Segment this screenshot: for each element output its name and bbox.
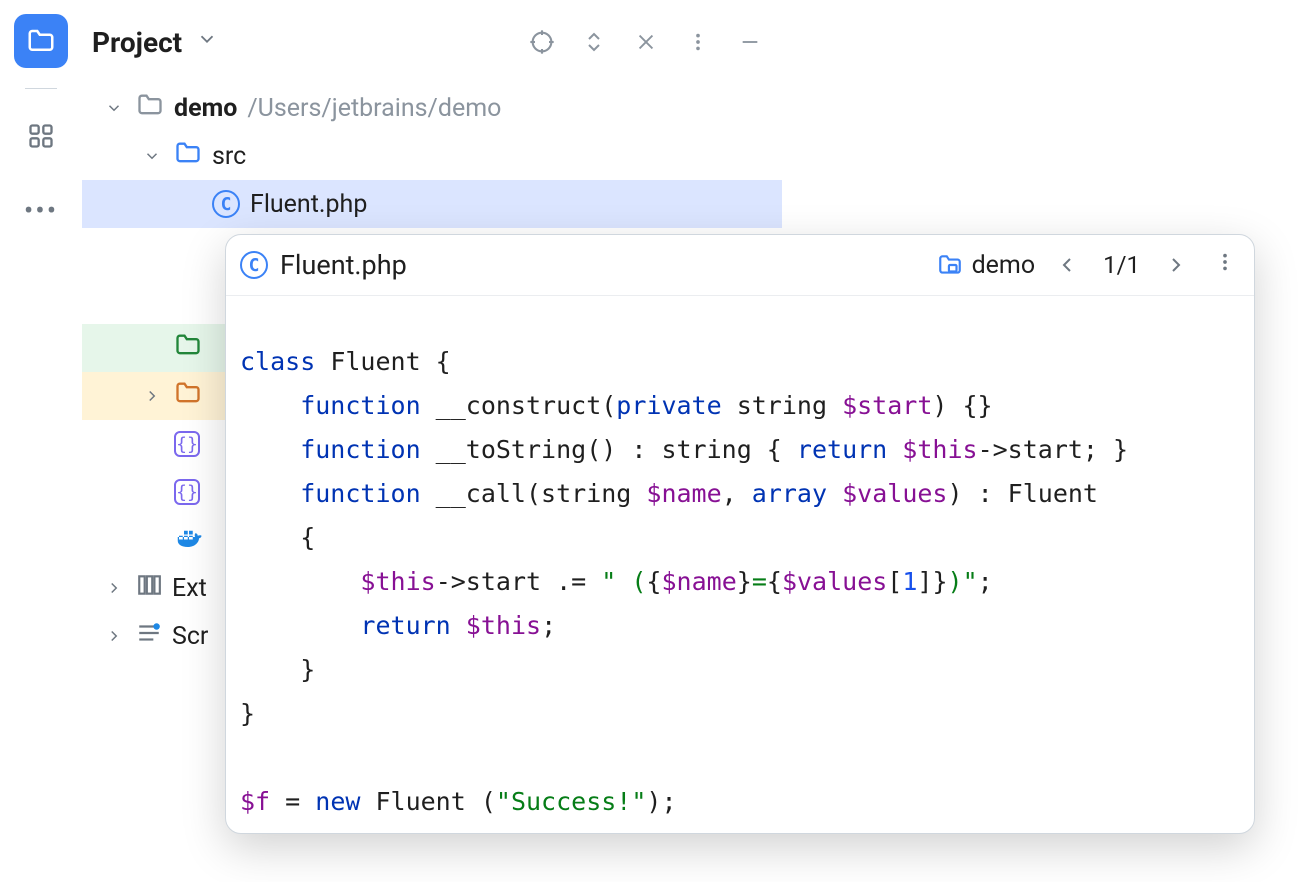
panel-header: Project <box>82 0 782 84</box>
more-vertical-icon[interactable] <box>676 20 720 64</box>
more-horizontal-icon: ••• <box>24 194 58 227</box>
tree-root-path: /Users/jetbrains/demo <box>247 94 501 123</box>
more-tools-button[interactable]: ••• <box>14 183 68 237</box>
widgets-icon <box>27 122 55 150</box>
tree-src-name: src <box>212 142 246 171</box>
widgets-tool-button[interactable] <box>14 109 68 163</box>
ext-label: Ext <box>172 574 207 603</box>
rail-separator <box>25 88 57 89</box>
tree-file-fluent[interactable]: C Fluent.php <box>82 180 782 228</box>
chevron-down-icon[interactable] <box>102 99 126 117</box>
expand-collapse-icon[interactable] <box>572 20 616 64</box>
tool-rail: ••• <box>0 0 82 882</box>
scratch-icon <box>136 620 162 653</box>
docker-icon <box>174 522 204 559</box>
preview-file-name: Fluent.php <box>280 249 407 281</box>
chevron-right-icon[interactable] <box>102 627 126 645</box>
module-icon <box>936 251 964 279</box>
preview-header: C Fluent.php demo 1/1 <box>226 235 1254 296</box>
json-icon: {} <box>174 479 200 505</box>
tree-src[interactable]: src <box>82 132 782 180</box>
library-icon <box>136 572 162 605</box>
scratch-label: Scr <box>172 622 208 651</box>
folder-icon <box>26 26 56 56</box>
occurrence-count: 1/1 <box>1099 251 1144 279</box>
target-icon[interactable] <box>520 20 564 64</box>
next-occurrence-button[interactable] <box>1156 253 1196 277</box>
json-icon: {} <box>174 431 200 457</box>
folder-icon <box>174 139 202 174</box>
chevron-down-icon[interactable] <box>196 28 218 56</box>
tree-file-name: Fluent.php <box>250 190 367 219</box>
chevron-right-icon[interactable] <box>102 579 126 597</box>
preview-breadcrumb[interactable]: demo <box>936 251 1036 280</box>
php-class-icon: C <box>240 251 268 279</box>
crumb-label: demo <box>972 251 1036 280</box>
prev-occurrence-button[interactable] <box>1047 253 1087 277</box>
preview-popup: C Fluent.php demo 1/1 class Fluent { fun… <box>225 234 1255 834</box>
more-vertical-icon[interactable] <box>1208 251 1236 279</box>
chevron-down-icon[interactable] <box>140 147 164 165</box>
folder-icon <box>174 331 202 366</box>
folder-icon <box>136 91 164 126</box>
minimize-icon[interactable] <box>728 20 772 64</box>
close-panel-icon[interactable] <box>624 20 668 64</box>
php-class-icon: C <box>212 190 240 218</box>
project-tool-button[interactable] <box>14 14 68 68</box>
folder-icon <box>174 379 202 414</box>
code-preview[interactable]: class Fluent { function __construct(priv… <box>226 296 1254 824</box>
tree-root[interactable]: demo /Users/jetbrains/demo <box>82 84 782 132</box>
tree-root-name: demo <box>174 94 237 123</box>
chevron-right-icon[interactable] <box>140 387 164 405</box>
panel-title[interactable]: Project <box>92 26 182 59</box>
